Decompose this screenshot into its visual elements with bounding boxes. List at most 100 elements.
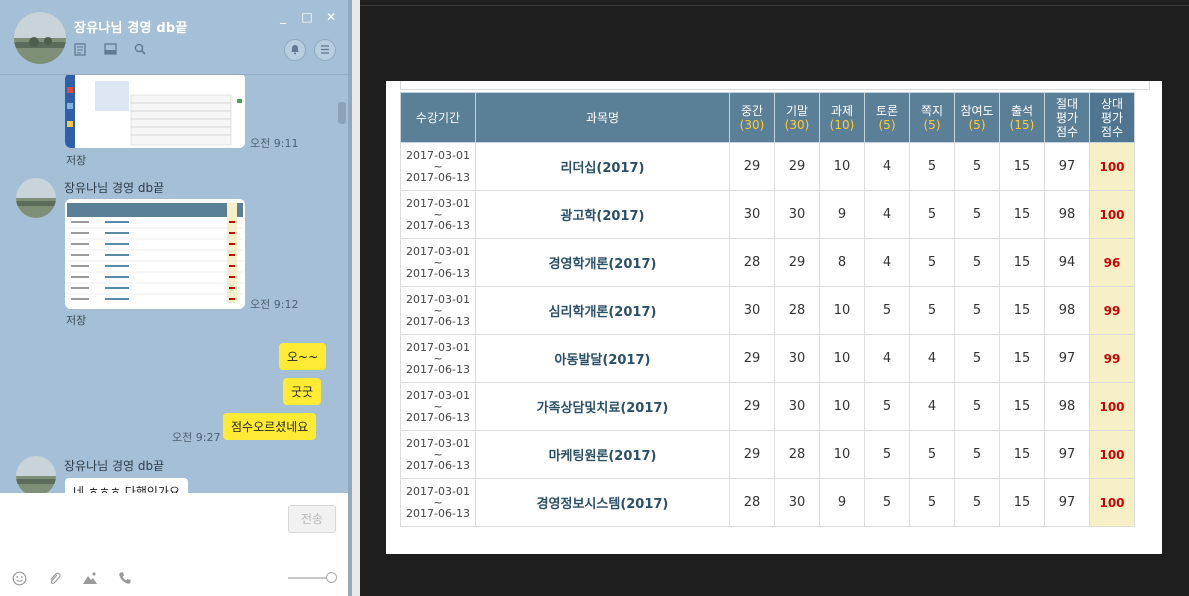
mid-score-cell: 28 xyxy=(729,478,775,527)
send-button[interactable]: 전송 xyxy=(288,505,336,533)
maximize-icon[interactable]: □ xyxy=(300,10,314,24)
message-time: 오전 9:12 xyxy=(250,298,299,311)
assign-score-cell: 9 xyxy=(819,478,865,527)
assign-score-cell: 10 xyxy=(819,430,865,479)
mid-score-cell: 29 xyxy=(729,334,775,383)
partic-score-cell: 5 xyxy=(954,382,1000,431)
relative-score-cell: 100 xyxy=(1089,190,1135,239)
header-quiz: 쪽지 (5) xyxy=(909,92,955,143)
attach-icon[interactable] xyxy=(47,571,62,590)
mid-score-cell: 29 xyxy=(729,430,775,479)
image-message-thumbnail[interactable] xyxy=(65,199,245,309)
subject-cell[interactable]: 경영학개론(2017) xyxy=(475,238,730,287)
profile-avatar[interactable] xyxy=(14,12,66,64)
discuss-score-cell: 5 xyxy=(864,478,910,527)
header-period: 수강기간 xyxy=(400,92,476,143)
message-time: 오전 9:11 xyxy=(250,137,299,150)
notes-icon[interactable] xyxy=(74,43,88,57)
relative-score-cell: 96 xyxy=(1089,238,1135,287)
other-message-bubble: 네 ㅎㅎㅎ 다행인가요 xyxy=(65,478,188,493)
final-score-cell: 28 xyxy=(774,430,820,479)
message-list[interactable]: 오전 9:11 저장 장유나님 경영 db끝 오전 9:12 저장 오~~ 굿굿… xyxy=(0,75,348,493)
table-row: 2017-03-01 ~2017-06-13 광고학(2017) 30 30 9 4 5 5 15… xyxy=(400,190,1135,239)
mid-score-cell: 28 xyxy=(729,238,775,287)
final-score-cell: 30 xyxy=(774,190,820,239)
save-link[interactable]: 저장 xyxy=(66,152,86,168)
table-row: 2017-03-01 ~2017-06-13 경영정보시스템(2017) 28 30 9 5… xyxy=(400,478,1135,527)
image-icon[interactable] xyxy=(82,571,98,590)
subject-cell[interactable]: 심리학개론(2017) xyxy=(475,286,730,335)
period-cell: 2017-03-01 ~2017-06-13 xyxy=(400,286,476,335)
chat-header: 장유나님 경영 db끝 _ □ ✕ xyxy=(0,0,348,75)
save-link[interactable]: 저장 xyxy=(66,312,86,328)
final-score-cell: 29 xyxy=(774,238,820,287)
subject-cell[interactable]: 아동발달(2017) xyxy=(475,334,730,383)
relative-score-cell: 99 xyxy=(1089,334,1135,383)
sender-avatar[interactable] xyxy=(16,456,56,493)
quiz-score-cell: 4 xyxy=(909,334,955,383)
attend-score-cell: 15 xyxy=(999,286,1045,335)
search-icon[interactable] xyxy=(134,43,148,57)
attend-score-cell: 15 xyxy=(999,430,1045,479)
subject-cell[interactable]: 경영정보시스템(2017) xyxy=(475,478,730,527)
partic-score-cell: 5 xyxy=(954,478,1000,527)
bell-icon[interactable] xyxy=(284,39,306,61)
abs-score-cell: 97 xyxy=(1044,334,1090,383)
discuss-score-cell: 5 xyxy=(864,286,910,335)
subject-cell[interactable]: 리더십(2017) xyxy=(475,142,730,191)
image-message-thumbnail[interactable] xyxy=(65,75,245,148)
period-cell: 2017-03-01 ~2017-06-13 xyxy=(400,334,476,383)
quiz-score-cell: 5 xyxy=(909,286,955,335)
quiz-score-cell: 5 xyxy=(909,190,955,239)
mid-score-cell: 29 xyxy=(729,382,775,431)
attend-score-cell: 15 xyxy=(999,190,1045,239)
abs-score-cell: 94 xyxy=(1044,238,1090,287)
partic-score-cell: 5 xyxy=(954,430,1000,479)
period-cell: 2017-03-01 ~2017-06-13 xyxy=(400,478,476,527)
assign-score-cell: 9 xyxy=(819,190,865,239)
emoji-icon[interactable] xyxy=(12,571,27,590)
window-divider xyxy=(348,0,360,596)
assign-score-cell: 10 xyxy=(819,142,865,191)
chat-title: 장유나님 경영 db끝 xyxy=(74,21,188,36)
my-message-bubble: 점수오르셨네요 xyxy=(223,413,317,440)
menu-icon[interactable] xyxy=(314,39,336,61)
sender-avatar[interactable] xyxy=(16,178,56,218)
image-viewer: 수강기간 과목명 중간 (30) 기말 (30) 과제 (10) 토론 (5) 쪽지 (5… xyxy=(360,0,1189,596)
phone-icon[interactable] xyxy=(118,571,132,590)
grade-table-body: 2017-03-01 ~2017-06-13 리더십(2017) 29 29 10 4 5 5 1… xyxy=(400,142,1135,527)
subject-cell[interactable]: 가족상담및치료(2017) xyxy=(475,382,730,431)
final-score-cell: 30 xyxy=(774,334,820,383)
subject-cell[interactable]: 광고학(2017) xyxy=(475,190,730,239)
chat-scrollbar[interactable] xyxy=(338,102,346,124)
relative-score-cell: 100 xyxy=(1089,478,1135,527)
mid-score-cell: 30 xyxy=(729,286,775,335)
grade-report-page: 수강기간 과목명 중간 (30) 기말 (30) 과제 (10) 토론 (5) 쪽지 (5… xyxy=(386,81,1162,554)
header-assignment: 과제 (10) xyxy=(819,92,865,143)
inbox-icon[interactable] xyxy=(104,43,118,57)
close-icon[interactable]: ✕ xyxy=(324,10,338,24)
final-score-cell: 30 xyxy=(774,382,820,431)
relative-score-cell: 100 xyxy=(1089,430,1135,479)
assign-score-cell: 8 xyxy=(819,238,865,287)
partic-score-cell: 5 xyxy=(954,238,1000,287)
header-attendance: 출석 (15) xyxy=(999,92,1045,143)
attend-score-cell: 15 xyxy=(999,142,1045,191)
abs-score-cell: 98 xyxy=(1044,382,1090,431)
table-row: 2017-03-01 ~2017-06-13 아동발달(2017) 29 30 10 4 4 5… xyxy=(400,334,1135,383)
table-row: 2017-03-01 ~2017-06-13 마케팅원론(2017) 29 28 10 5 5… xyxy=(400,430,1135,479)
quiz-score-cell: 5 xyxy=(909,430,955,479)
period-cell: 2017-03-01 ~2017-06-13 xyxy=(400,430,476,479)
message-input-area[interactable]: 전송 xyxy=(0,493,348,596)
my-message-bubble: 오~~ xyxy=(279,343,327,370)
subject-cell[interactable]: 마케팅원론(2017) xyxy=(475,430,730,479)
header-relative-score: 상대 평가 점수 xyxy=(1089,92,1135,143)
discuss-score-cell: 4 xyxy=(864,238,910,287)
font-size-slider-knob[interactable] xyxy=(326,572,337,583)
final-score-cell: 28 xyxy=(774,286,820,335)
minimize-icon[interactable]: _ xyxy=(276,10,290,24)
abs-score-cell: 97 xyxy=(1044,430,1090,479)
discuss-score-cell: 5 xyxy=(864,382,910,431)
abs-score-cell: 97 xyxy=(1044,142,1090,191)
header-final: 기말 (30) xyxy=(774,92,820,143)
